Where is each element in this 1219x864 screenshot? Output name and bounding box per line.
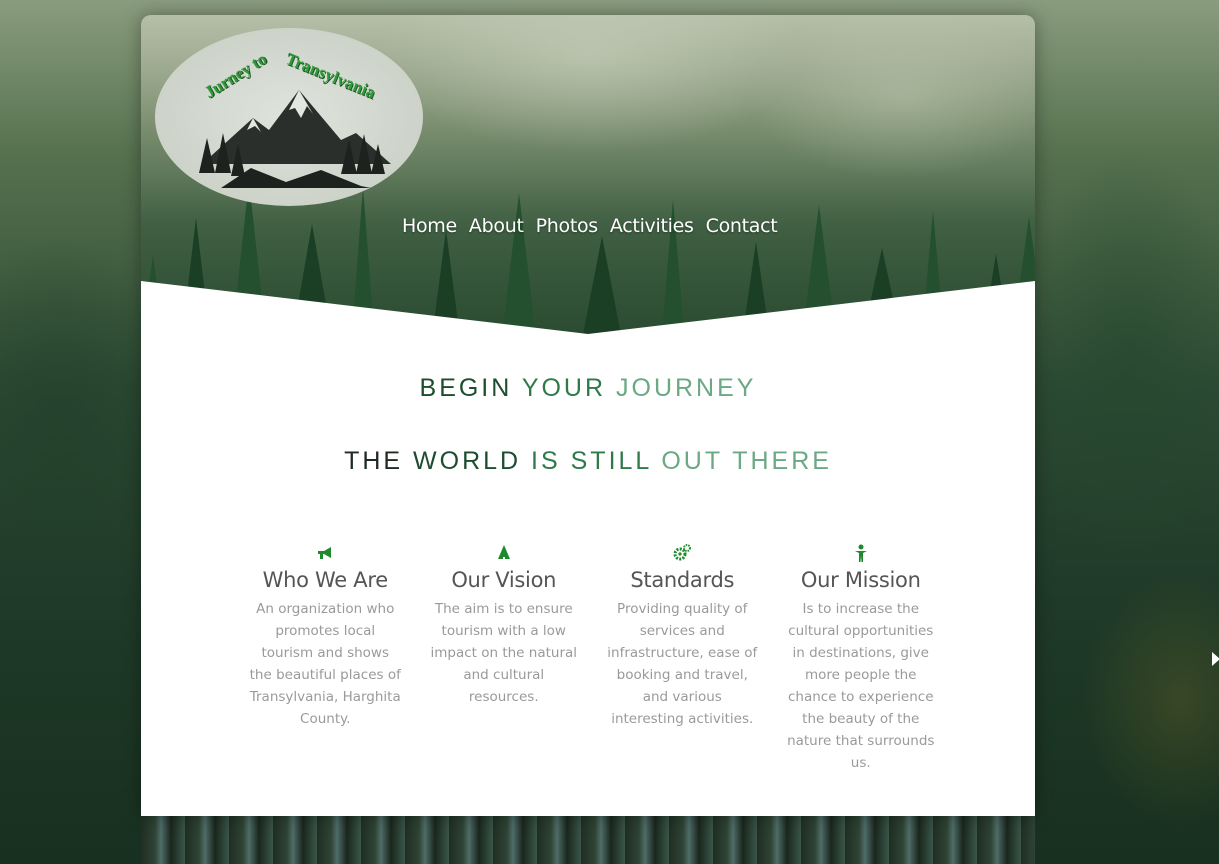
feature-who-we-are: Who We Are An organization who promotes … bbox=[236, 543, 415, 774]
feature-our-mission: Our Mission Is to increase the cultural … bbox=[772, 543, 951, 774]
headline2-word: WORLD bbox=[413, 447, 522, 475]
tree-icon bbox=[497, 545, 510, 561]
nav-about[interactable]: About bbox=[463, 215, 530, 237]
headline2-word: IS bbox=[531, 447, 561, 475]
headline-world-out-there: THE WORLD IS STILL OUT THERE bbox=[141, 447, 1035, 476]
headline2-word: THE bbox=[344, 447, 404, 475]
feature-text: The aim is to ensure tourism with a low … bbox=[430, 601, 578, 705]
site-logo[interactable]: Jurney to Transylvania bbox=[155, 28, 423, 206]
nav-photos[interactable]: Photos bbox=[530, 215, 604, 237]
feature-standards: Standards Providing quality of services … bbox=[593, 543, 772, 774]
feature-text: Is to increase the cultural opportunitie… bbox=[787, 601, 935, 771]
nav-activities[interactable]: Activities bbox=[604, 215, 700, 237]
feature-title: Standards bbox=[630, 568, 735, 592]
mountain-forest-logo-icon bbox=[199, 90, 391, 188]
feature-title: Our Vision bbox=[451, 568, 557, 592]
gears-icon bbox=[673, 544, 692, 561]
main-nav: Home About Photos Activities Contact bbox=[396, 215, 783, 237]
headline2-word: THERE bbox=[732, 447, 832, 475]
feature-text: An organization who promotes local touri… bbox=[249, 601, 401, 727]
megaphone-icon bbox=[318, 547, 332, 559]
headline2-word: OUT bbox=[661, 447, 723, 475]
headline2-word: STILL bbox=[570, 447, 652, 475]
headline1-word: YOUR bbox=[521, 374, 607, 402]
content-section: BEGIN YOUR JOURNEY THE WORLD IS STILL OU… bbox=[141, 281, 1035, 816]
headline1-word: BEGIN bbox=[419, 374, 513, 402]
main-card: Jurney to Transylvania Home About Photos… bbox=[141, 15, 1035, 816]
feature-title: Our Mission bbox=[800, 568, 921, 592]
person-icon bbox=[854, 544, 867, 562]
headline1-word: JOURNEY bbox=[616, 374, 757, 402]
headline-begin-your-journey: BEGIN YOUR JOURNEY bbox=[141, 374, 1035, 403]
feature-our-vision: Our Vision The aim is to ensure tourism … bbox=[415, 543, 594, 774]
feature-text: Providing quality of services and infras… bbox=[607, 601, 758, 727]
features-row: Who We Are An organization who promotes … bbox=[236, 543, 956, 774]
mouse-cursor bbox=[1212, 652, 1219, 666]
forest-strip bbox=[141, 816, 1035, 864]
nav-contact[interactable]: Contact bbox=[700, 215, 784, 237]
nav-home[interactable]: Home bbox=[396, 215, 463, 237]
feature-title: Who We Are bbox=[262, 568, 388, 592]
